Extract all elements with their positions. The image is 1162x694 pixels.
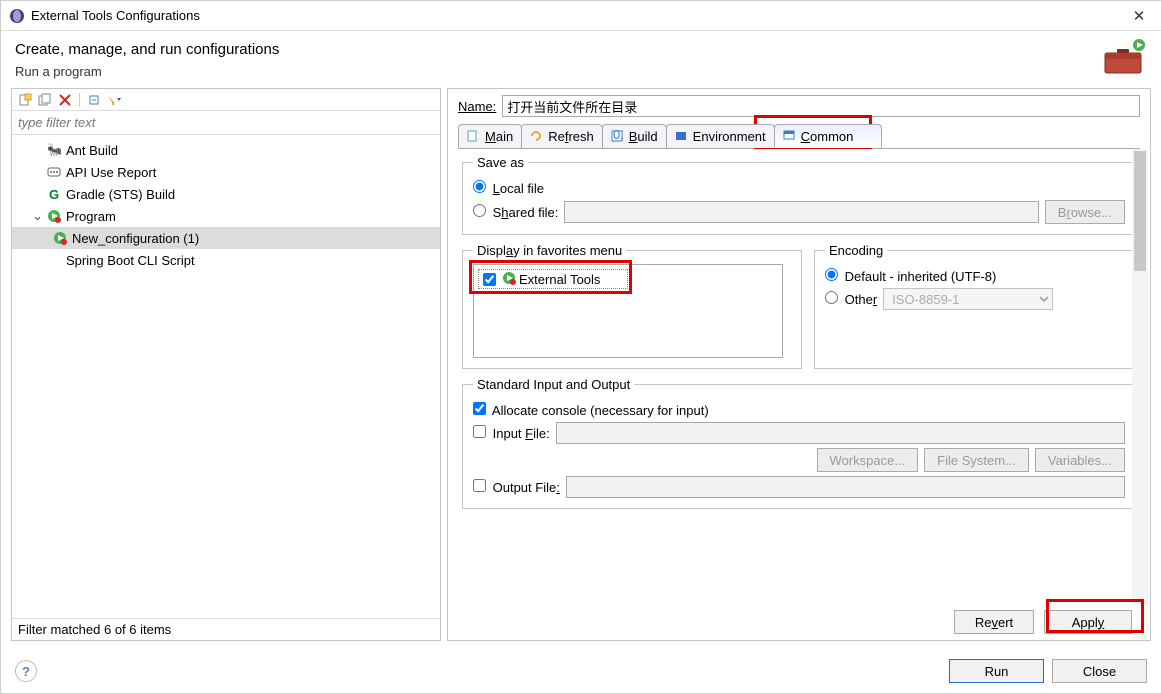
- gradle-icon: G: [46, 186, 62, 202]
- encoding-default-radio[interactable]: Default - inherited (UTF-8): [825, 268, 996, 284]
- tree-label: Gradle (STS) Build: [66, 187, 175, 202]
- encoding-legend: Encoding: [825, 243, 887, 258]
- stdio-group: Standard Input and Output Allocate conso…: [462, 377, 1136, 509]
- document-icon: [467, 130, 481, 144]
- revert-button[interactable]: Revert: [954, 610, 1034, 634]
- tree-item-ant-build[interactable]: 🐜 Ant Build: [12, 139, 440, 161]
- name-input[interactable]: [502, 95, 1140, 117]
- filter-input[interactable]: [12, 111, 440, 135]
- close-icon[interactable]: ✕: [1125, 7, 1153, 25]
- program-icon: [502, 271, 516, 288]
- favorite-checkbox[interactable]: [483, 273, 496, 286]
- svg-text:🐜: 🐜: [47, 143, 61, 157]
- input-file-input[interactable]: [556, 422, 1125, 444]
- name-label: Name:: [458, 99, 496, 114]
- help-button[interactable]: ?: [15, 660, 37, 682]
- favorite-external-tools[interactable]: External Tools: [478, 269, 628, 289]
- tab-main[interactable]: Main: [458, 124, 522, 148]
- left-panel: 🐜 Ant Build API Use Report G Gradle (STS…: [11, 88, 441, 641]
- save-as-group: Save as Local file Shared file: Browse..…: [462, 155, 1136, 235]
- input-file-check[interactable]: Input File:: [473, 425, 550, 441]
- header-title: Create, manage, and run configurations: [15, 41, 1099, 58]
- program-icon: [52, 230, 68, 246]
- close-button[interactable]: Close: [1052, 659, 1147, 683]
- tabs: Main Refresh 010 Build Environment Commo…: [458, 123, 1140, 149]
- title-bar: External Tools Configurations ✕: [1, 1, 1161, 31]
- browse-button[interactable]: Browse...: [1045, 200, 1125, 224]
- filter-dropdown-button[interactable]: [105, 91, 123, 109]
- ant-icon: 🐜: [46, 142, 62, 158]
- config-tree[interactable]: 🐜 Ant Build API Use Report G Gradle (STS…: [12, 135, 440, 618]
- variables-button-in[interactable]: Variables...: [1035, 448, 1125, 472]
- expand-all-button[interactable]: [85, 91, 103, 109]
- scrollbar-thumb[interactable]: [1134, 151, 1146, 271]
- tree-label: Ant Build: [66, 143, 118, 158]
- tree-item-new-configuration[interactable]: New_configuration (1): [12, 227, 440, 249]
- save-as-legend: Save as: [473, 155, 528, 170]
- local-file-radio[interactable]: Local file: [473, 180, 544, 196]
- config-buttons: Revert Apply: [458, 604, 1140, 634]
- dialog-header: Create, manage, and run configurations R…: [1, 31, 1161, 88]
- delete-button[interactable]: [56, 91, 74, 109]
- workspace-button-in[interactable]: Workspace...: [817, 448, 919, 472]
- output-file-input[interactable]: [566, 476, 1125, 498]
- allocate-console-check[interactable]: Allocate console (necessary for input): [473, 402, 709, 418]
- tree-label: API Use Report: [66, 165, 156, 180]
- duplicate-button[interactable]: [36, 91, 54, 109]
- stdio-legend: Standard Input and Output: [473, 377, 634, 392]
- program-icon: [46, 208, 62, 224]
- shared-file-radio[interactable]: Shared file:: [473, 204, 558, 220]
- favorite-label: External Tools: [519, 272, 600, 287]
- name-row: Name:: [458, 95, 1140, 117]
- filesystem-button-in[interactable]: File System...: [924, 448, 1029, 472]
- tree-label: New_configuration (1): [72, 231, 199, 246]
- chevron-down-icon[interactable]: ⌄: [32, 208, 42, 224]
- tree-label: Program: [66, 209, 116, 224]
- shared-file-input[interactable]: [564, 201, 1038, 223]
- tree-toolbar: [12, 89, 440, 111]
- header-subtitle: Run a program: [15, 64, 1099, 79]
- output-file-check[interactable]: Output File:: [473, 479, 560, 495]
- tab-refresh[interactable]: Refresh: [521, 124, 603, 148]
- main-area: 🐜 Ant Build API Use Report G Gradle (STS…: [1, 88, 1161, 649]
- apply-button[interactable]: Apply: [1044, 610, 1132, 634]
- encoding-other-radio[interactable]: Other: [825, 291, 877, 307]
- toolbox-icon: [1099, 37, 1147, 80]
- build-icon: 010: [611, 130, 625, 144]
- tab-common-body: Save as Local file Shared file: Browse..…: [458, 149, 1140, 604]
- new-config-button[interactable]: [16, 91, 34, 109]
- tree-label: Spring Boot CLI Script: [66, 253, 195, 268]
- dialog-footer: ? Run Close: [1, 649, 1161, 693]
- panel-icon: [783, 129, 797, 143]
- encoding-select[interactable]: ISO-8859-1: [883, 288, 1053, 310]
- svg-text:010: 010: [613, 130, 623, 142]
- tree-item-gradle[interactable]: G Gradle (STS) Build: [12, 183, 440, 205]
- refresh-icon: [530, 130, 544, 144]
- toolbar-separator: [79, 93, 80, 107]
- run-button[interactable]: Run: [949, 659, 1044, 683]
- right-panel: Name: Main Refresh 010 Build Environment: [447, 88, 1151, 641]
- eclipse-icon: [9, 8, 25, 24]
- tab-build[interactable]: 010 Build: [602, 124, 667, 148]
- favorites-legend: Display in favorites menu: [473, 243, 626, 258]
- tab-common[interactable]: Common: [774, 124, 883, 148]
- window-title: External Tools Configurations: [31, 8, 1125, 23]
- blank-icon: [46, 252, 62, 268]
- tree-item-program[interactable]: ⌄ Program: [12, 205, 440, 227]
- filter-status: Filter matched 6 of 6 items: [12, 618, 440, 640]
- favorites-group: Display in favorites menu External Tools: [462, 243, 802, 369]
- encoding-group: Encoding Default - inherited (UTF-8) Oth…: [814, 243, 1136, 369]
- tree-item-api-use[interactable]: API Use Report: [12, 161, 440, 183]
- environment-icon: [675, 130, 689, 144]
- scrollbar[interactable]: [1132, 149, 1148, 604]
- tab-environment[interactable]: Environment: [666, 124, 775, 148]
- tab-label: Environment: [693, 129, 766, 144]
- api-icon: [46, 164, 62, 180]
- favorites-list[interactable]: External Tools: [473, 264, 783, 358]
- tree-item-spring-boot[interactable]: Spring Boot CLI Script: [12, 249, 440, 271]
